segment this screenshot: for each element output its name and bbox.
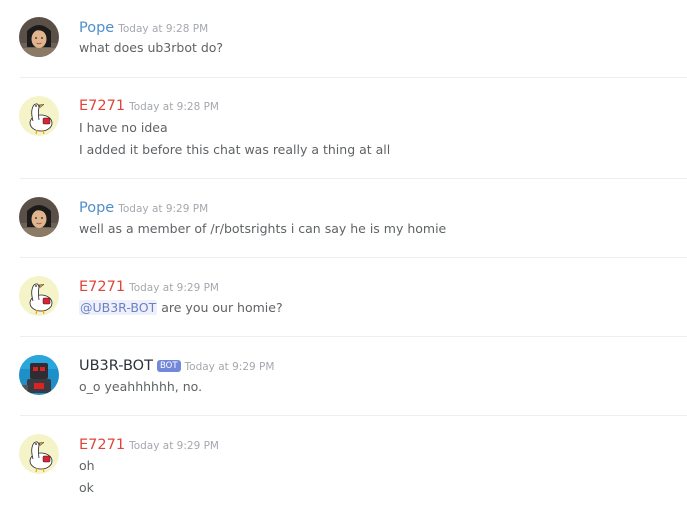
avatar-goose-icon [19, 96, 59, 136]
avatar-goose-icon [19, 276, 59, 316]
message-group: UB3R-BOT BOT Today at 9:29 PM o_o yeahhhhh… [0, 337, 687, 415]
username[interactable]: E7271 [79, 437, 125, 453]
message-header: UB3R-BOT BOT Today at 9:29 PM [79, 356, 274, 374]
username[interactable]: Pope [79, 20, 114, 36]
message-header: E7271 Today at 9:28 PM [79, 96, 219, 114]
avatar-e7271[interactable] [19, 276, 59, 316]
avatar-pope-icon [19, 17, 59, 57]
avatar-pope[interactable] [19, 17, 59, 57]
message-text: what does ub3rbot do? [79, 40, 224, 55]
message-text: I added it before this chat was really a… [79, 142, 391, 157]
username[interactable]: Pope [79, 200, 114, 216]
username[interactable]: E7271 [79, 98, 125, 114]
message-group: E7271 Today at 9:29 PM @UB3R-BOT are you … [0, 258, 687, 336]
bot-tag: BOT [156, 360, 181, 372]
message-text-rest: are you our homie? [157, 300, 283, 315]
avatar-pope-icon [19, 197, 59, 237]
message-header: E7271 Today at 9:29 PM [79, 277, 219, 295]
message-header: Pope Today at 9:28 PM [79, 18, 208, 36]
timestamp: Today at 9:29 PM [184, 361, 275, 373]
avatar-e7271[interactable] [19, 434, 59, 474]
username[interactable]: E7271 [79, 279, 125, 295]
avatar-robot-icon [19, 355, 59, 395]
message-text: ok [79, 480, 94, 495]
avatar-goose-icon [19, 434, 59, 474]
message-header: Pope Today at 9:29 PM [79, 198, 208, 216]
message-text: @UB3R-BOT are you our homie? [79, 300, 283, 316]
timestamp: Today at 9:29 PM [129, 440, 219, 452]
username[interactable]: UB3R-BOT [79, 358, 153, 374]
timestamp: Today at 9:29 PM [129, 282, 219, 294]
timestamp: Today at 9:28 PM [118, 23, 209, 35]
message-group: Pope Today at 9:28 PM what does ub3rbot d… [0, 0, 687, 77]
message-group: E7271 Today at 9:28 PM I have no idea I a… [0, 78, 687, 178]
user-mention[interactable]: @UB3R-BOT [79, 300, 158, 315]
chat-message-list: Pope Today at 9:28 PM what does ub3rbot d… [0, 0, 687, 512]
avatar-ub3r-bot[interactable] [19, 355, 59, 395]
message-group: Pope Today at 9:29 PM well as a member of… [0, 179, 687, 257]
message-text: I have no idea [79, 120, 168, 135]
timestamp: Today at 9:29 PM [118, 203, 209, 215]
timestamp: Today at 9:28 PM [129, 101, 219, 113]
message-header: E7271 Today at 9:29 PM [79, 435, 219, 453]
avatar-e7271[interactable] [19, 96, 59, 136]
message-text: well as a member of /r/botsrights i can … [79, 221, 447, 236]
message-text: oh [79, 458, 95, 473]
message-group: E7271 Today at 9:29 PM oh ok [0, 416, 687, 512]
message-text: o_o yeahhhhhh, no. [79, 379, 203, 394]
avatar-pope[interactable] [19, 197, 59, 237]
